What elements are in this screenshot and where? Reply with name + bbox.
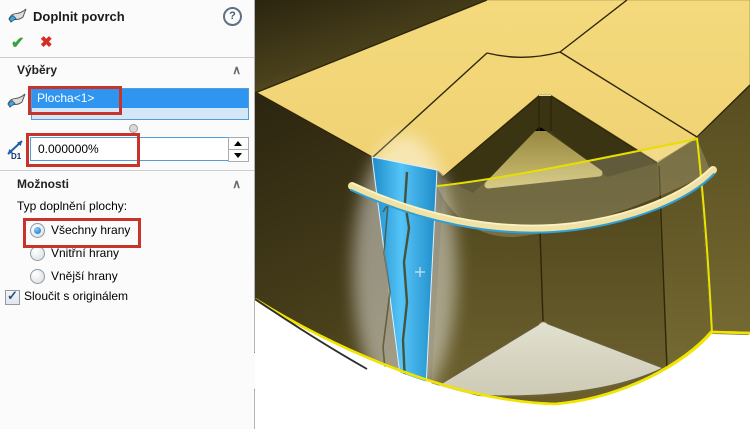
divider (0, 170, 254, 171)
cancel-button[interactable]: ✖ (40, 33, 53, 51)
selection-listbox[interactable]: Plocha<1> (31, 88, 249, 120)
section-header-options[interactable]: Možnosti (17, 177, 69, 191)
divider (0, 57, 254, 58)
ok-button[interactable]: ✔ (11, 33, 24, 53)
property-manager-panel: Doplnit povrch ? ✔ ✖ Výběry ∧ Plocha<1> … (0, 0, 255, 429)
help-button[interactable]: ? (223, 7, 242, 26)
merge-with-original-checkbox[interactable]: ✓ (5, 288, 20, 305)
collapse-icon[interactable]: ∧ (232, 177, 241, 191)
untrim-type-label: Typ doplnění plochy: (17, 199, 128, 213)
radio-button-icon[interactable] (30, 223, 45, 238)
selection-item[interactable]: Plocha<1> (32, 89, 248, 108)
radio-button-icon[interactable] (30, 246, 45, 261)
app-window: Doplnit povrch ? ✔ ✖ Výběry ∧ Plocha<1> … (0, 0, 750, 429)
graphics-area-3d-viewport[interactable] (255, 0, 750, 429)
page-title: Doplnit povrch (33, 9, 125, 24)
distance-input[interactable]: 0.000000% (30, 137, 230, 161)
svg-text:D1: D1 (11, 152, 22, 160)
section-header-selections[interactable]: Výběry (17, 63, 57, 77)
listbox-resize-grip[interactable] (129, 124, 138, 133)
merge-with-original-label: Sloučit s originálem (24, 289, 129, 303)
surface-select-icon (6, 92, 28, 113)
spinner-down-button[interactable] (228, 149, 249, 162)
radio-button-icon[interactable] (30, 269, 45, 284)
collapse-icon[interactable]: ∧ (232, 63, 241, 77)
distance-d1-icon: D1 (3, 138, 27, 163)
untrim-surface-icon (7, 7, 29, 28)
